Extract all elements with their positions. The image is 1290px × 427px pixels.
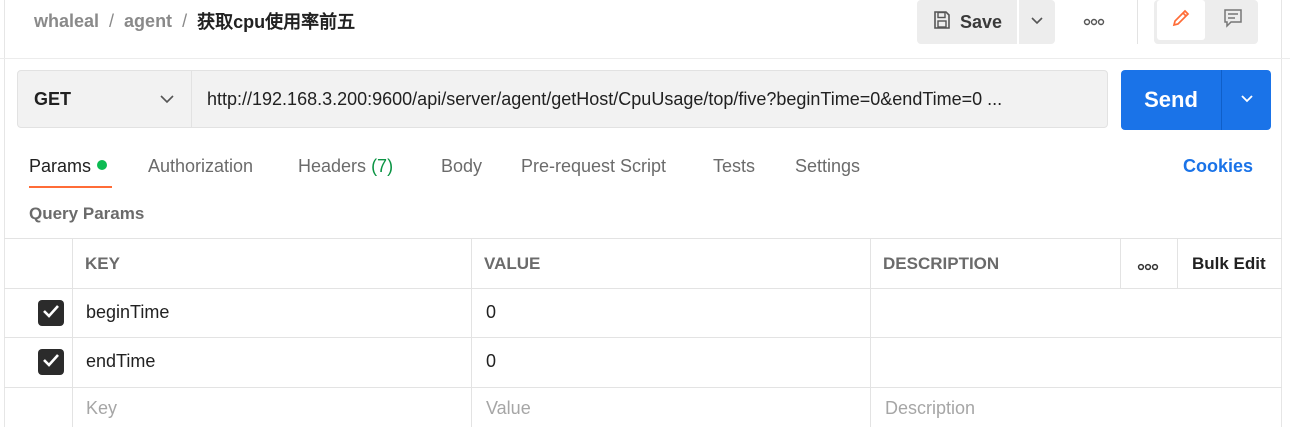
column-header-key: KEY <box>85 254 120 273</box>
param-value-cell[interactable]: 0 <box>486 351 496 372</box>
param-value-cell[interactable]: 0 <box>486 302 496 323</box>
request-name[interactable]: 获取cpu使用率前五 <box>197 8 355 34</box>
more-horizontal-icon <box>1137 258 1159 275</box>
pencil-icon <box>1170 7 1192 34</box>
comments-button[interactable] <box>1209 0 1257 40</box>
left-border <box>4 0 5 427</box>
bulk-edit-button[interactable]: Bulk Edit <box>1192 254 1266 274</box>
method-select[interactable]: GET <box>18 71 192 127</box>
breadcrumb-collection[interactable]: agent <box>124 11 172 32</box>
tab-params-label: Params <box>29 156 92 176</box>
chevron-down-icon <box>159 92 175 110</box>
request-header: whaleal / agent / 获取cpu使用率前五 Save <box>0 0 1290 59</box>
param-enabled-checkbox[interactable] <box>38 349 64 375</box>
column-divider <box>72 238 73 427</box>
column-divider <box>471 238 472 427</box>
more-horizontal-icon <box>1083 13 1105 31</box>
save-label: Save <box>959 11 1003 32</box>
save-icon <box>932 10 952 35</box>
url-input[interactable]: http://192.168.3.200:9600/api/server/age… <box>207 89 1087 110</box>
view-mode-toggle <box>1154 0 1258 44</box>
column-header-value: VALUE <box>484 254 541 273</box>
more-actions-button[interactable] <box>1074 10 1114 34</box>
request-url-bar: GET http://192.168.3.200:9600/api/server… <box>17 70 1108 128</box>
tab-authorization[interactable]: Authorization <box>148 156 253 177</box>
query-params-title: Query Params <box>29 204 145 223</box>
breadcrumb-workspace[interactable]: whaleal <box>34 11 99 32</box>
breadcrumb-separator: / <box>109 10 115 31</box>
table-border <box>4 387 1282 388</box>
table-border <box>4 337 1282 338</box>
checkbox-checked-icon <box>42 353 60 372</box>
param-description-cell[interactable] <box>885 302 1275 326</box>
send-group: Send <box>1121 70 1271 130</box>
params-indicator-dot <box>97 160 108 171</box>
tab-settings[interactable]: Settings <box>795 156 860 177</box>
tab-headers-label: Headers <box>298 156 367 176</box>
cookies-link[interactable]: Cookies <box>1183 156 1253 177</box>
param-description-cell[interactable] <box>885 351 1275 375</box>
chevron-down-icon <box>1240 91 1254 109</box>
breadcrumb: whaleal / agent / 获取cpu使用率前五 <box>34 8 355 34</box>
new-param-value-input[interactable]: Value <box>486 398 531 419</box>
right-border <box>1281 0 1282 427</box>
save-options-button[interactable] <box>1019 0 1055 44</box>
new-param-description-input[interactable]: Description <box>885 398 975 419</box>
tab-tests[interactable]: Tests <box>713 156 755 177</box>
breadcrumb-separator: / <box>182 10 188 31</box>
column-divider <box>1177 238 1178 288</box>
comment-icon <box>1222 7 1244 34</box>
method-label: GET <box>34 89 72 109</box>
tab-headers[interactable]: Headers (7) <box>298 156 393 177</box>
param-enabled-checkbox[interactable] <box>38 300 64 326</box>
param-key-cell[interactable]: beginTime <box>86 302 169 323</box>
new-param-key-input[interactable]: Key <box>86 398 117 419</box>
send-button[interactable]: Send <box>1121 70 1221 130</box>
column-options-button[interactable] <box>1137 258 1159 276</box>
save-button[interactable]: Save <box>917 0 1017 44</box>
save-group: Save <box>917 0 1055 44</box>
tab-params[interactable]: Params <box>29 156 108 177</box>
column-divider <box>870 238 871 427</box>
chevron-down-icon <box>1030 13 1044 31</box>
headers-count: (7) <box>371 156 394 176</box>
toolbar-divider <box>1137 0 1138 44</box>
tab-body[interactable]: Body <box>441 156 482 177</box>
active-tab-indicator <box>29 186 112 188</box>
column-divider <box>1120 238 1121 288</box>
table-border <box>4 238 1282 239</box>
column-header-description: DESCRIPTION <box>883 254 1000 273</box>
tab-pre-request-script[interactable]: Pre-request Script <box>521 156 666 177</box>
param-key-cell[interactable]: endTime <box>86 351 155 372</box>
table-border <box>4 288 1282 289</box>
checkbox-checked-icon <box>42 304 60 323</box>
send-options-button[interactable] <box>1222 70 1271 130</box>
edit-mode-button[interactable] <box>1157 0 1205 40</box>
